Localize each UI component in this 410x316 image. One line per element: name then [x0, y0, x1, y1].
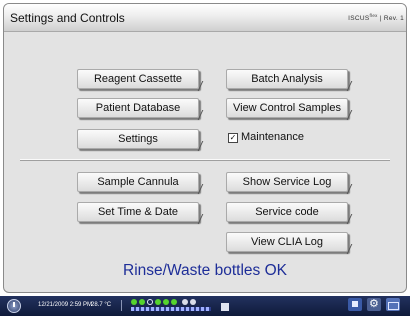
brand-superscript: flex	[369, 13, 378, 18]
maintenance-label: Maintenance	[241, 131, 304, 143]
brand-suffix: | Rev. 1	[379, 15, 404, 23]
maintenance-checkbox[interactable]: ✓ Maintenance	[228, 131, 304, 143]
taskbar-datetime: 12/21/2009 2:59 PM	[38, 302, 93, 308]
indicator-green-icon	[131, 299, 137, 305]
sample-cannula-button[interactable]: Sample Cannula	[77, 172, 199, 192]
reagent-cassette-button[interactable]: Reagent Cassette	[77, 69, 199, 89]
brand-label: ISCUSflex | Rev. 1	[348, 13, 404, 22]
indicator-white-icon	[182, 299, 188, 305]
sample-slots-indicator	[131, 307, 211, 311]
indicator-green-icon	[171, 299, 177, 305]
settings-button[interactable]: Settings	[77, 129, 199, 149]
service-code-button[interactable]: Service code	[226, 202, 348, 222]
indicator-green-icon	[139, 299, 145, 305]
section-divider	[20, 159, 390, 161]
taskbar-temperature: 28.7 °C	[91, 302, 112, 308]
set-time-date-button[interactable]: Set Time & Date	[77, 202, 199, 222]
indicator-green-icon	[155, 299, 161, 305]
title-bar: Settings and Controls ISCUSflex | Rev. 1	[4, 4, 406, 32]
power-icon[interactable]	[7, 299, 21, 313]
view-clia-log-button[interactable]: View CLIA Log	[226, 232, 348, 252]
folder-icon[interactable]	[386, 298, 400, 311]
indicator-green-icon	[163, 299, 169, 305]
taskbar-separator	[121, 300, 122, 311]
flag-icon	[221, 303, 229, 311]
gear-icon[interactable]	[367, 297, 381, 311]
indicator-white-icon	[190, 299, 196, 305]
brand-name: ISCUS	[348, 15, 370, 23]
status-message: Rinse/Waste bottles OK	[123, 262, 287, 279]
settings-window: Settings and Controls ISCUSflex | Rev. 1…	[3, 3, 407, 293]
window-icon[interactable]	[348, 298, 362, 311]
view-control-samples-button[interactable]: View Control Samples	[226, 98, 348, 118]
show-service-log-button[interactable]: Show Service Log	[226, 172, 348, 192]
indicator-empty-icon	[147, 299, 153, 305]
window-title: Settings and Controls	[10, 11, 125, 25]
taskbar: 12/21/2009 2:59 PM 28.7 °C	[0, 296, 410, 316]
batch-analysis-button[interactable]: Batch Analysis	[226, 69, 348, 89]
checkbox-box[interactable]: ✓	[228, 133, 238, 143]
patient-database-button[interactable]: Patient Database	[77, 98, 199, 118]
